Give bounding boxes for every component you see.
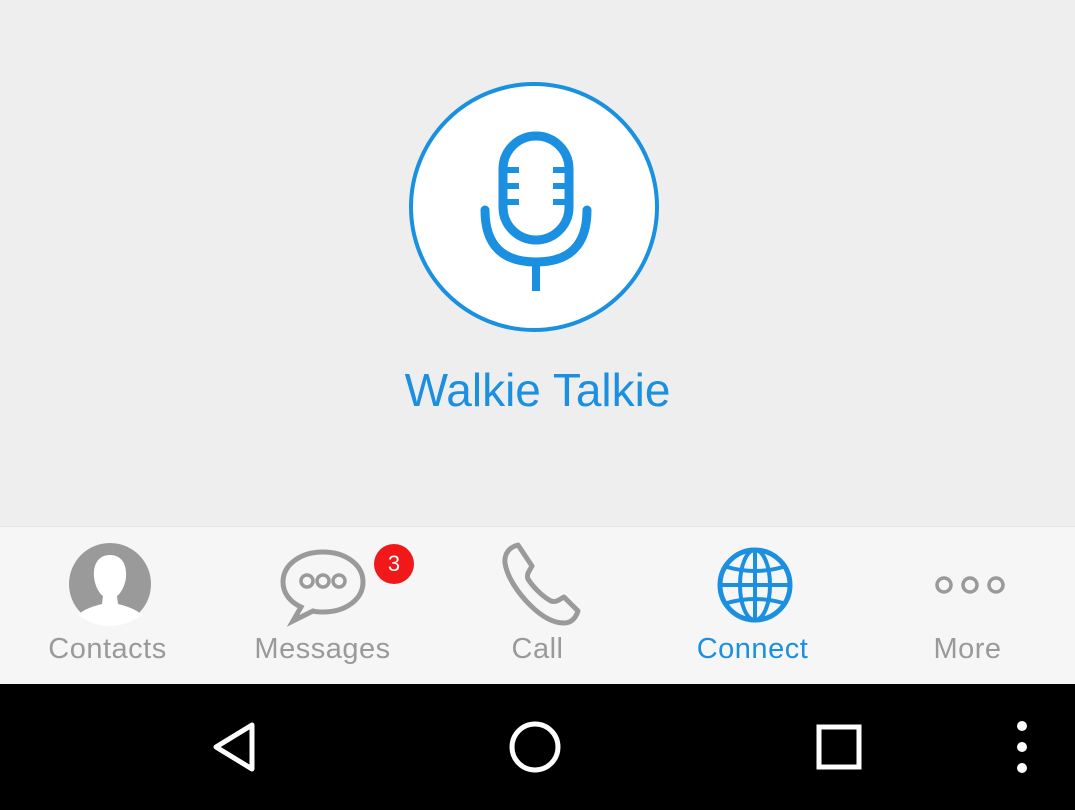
tab-messages[interactable]: 3 Messages — [215, 527, 430, 685]
bottom-tab-bar: Contacts 3 Messages Call Connect More — [0, 526, 1075, 684]
microphone-icon — [480, 131, 592, 291]
phone-handset-icon — [501, 542, 580, 626]
tab-contacts[interactable]: Contacts — [0, 527, 215, 685]
three-dots-icon — [934, 576, 1005, 594]
contact-person-icon — [68, 543, 151, 626]
globe-icon — [717, 547, 792, 623]
tab-label: More — [933, 633, 1002, 665]
recents-button[interactable] — [809, 717, 869, 777]
tab-call[interactable]: Call — [430, 527, 645, 685]
home-button[interactable] — [505, 717, 565, 777]
walkie-talkie-panel: Walkie Talkie — [0, 0, 1075, 526]
home-icon — [509, 721, 561, 773]
back-button[interactable] — [204, 717, 264, 777]
tab-label: Messages — [254, 633, 391, 665]
tab-label: Connect — [696, 633, 809, 665]
walkie-talkie-title[interactable]: Walkie Talkie — [0, 362, 1075, 418]
tab-label: Call — [511, 633, 564, 665]
overflow-menu-button[interactable] — [992, 717, 1052, 777]
speech-bubble-icon — [279, 549, 366, 627]
tab-label: Contacts — [48, 633, 167, 665]
tab-more[interactable]: More — [860, 527, 1075, 685]
unread-messages-badge: 3 — [374, 544, 414, 584]
overflow-menu-icon — [1017, 721, 1027, 773]
walkie-talkie-button[interactable] — [409, 82, 659, 332]
recents-icon — [816, 724, 862, 770]
back-icon — [213, 722, 255, 772]
tab-connect[interactable]: Connect — [645, 527, 860, 685]
app-screen: Walkie Talkie Contacts 3 Messages Call C… — [0, 0, 1075, 810]
system-navigation-bar — [0, 684, 1075, 810]
